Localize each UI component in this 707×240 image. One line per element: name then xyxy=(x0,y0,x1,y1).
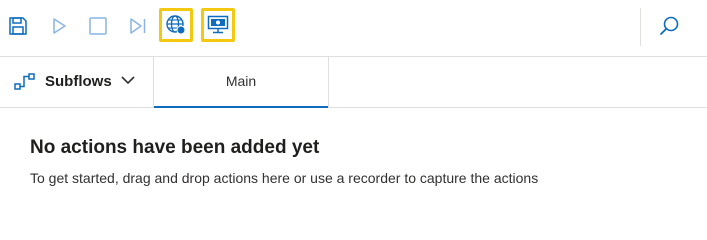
run-next-action-button[interactable] xyxy=(124,12,152,40)
run-next-action-icon xyxy=(130,18,146,34)
subflows-icon xyxy=(14,73,35,90)
save-icon xyxy=(9,17,27,35)
save-button[interactable] xyxy=(4,12,32,40)
tab-main[interactable]: Main xyxy=(154,57,329,108)
toolbar-divider xyxy=(640,8,641,46)
tab-main-label: Main xyxy=(225,73,257,89)
active-tab-indicator xyxy=(154,106,328,108)
empty-state-title: No actions have been added yet xyxy=(30,137,320,158)
tabs-bar: Subflows Main xyxy=(0,57,707,108)
search-button[interactable] xyxy=(655,12,683,40)
subflows-label: Subflows xyxy=(45,73,112,90)
stop-icon xyxy=(89,17,107,35)
globe-record-icon xyxy=(166,15,186,35)
chevron-down-icon xyxy=(121,76,135,85)
run-button[interactable] xyxy=(45,12,73,40)
stop-button[interactable] xyxy=(84,12,112,40)
subflows-dropdown[interactable]: Subflows xyxy=(0,57,154,107)
web-recorder-button[interactable] xyxy=(159,8,193,42)
play-icon xyxy=(53,18,66,34)
empty-state-description: To get started, drag and drop actions he… xyxy=(30,170,539,186)
desktop-recorder-button[interactable] xyxy=(201,8,235,42)
toolbar xyxy=(0,0,707,57)
search-icon xyxy=(660,16,679,35)
monitor-record-icon xyxy=(207,15,229,34)
